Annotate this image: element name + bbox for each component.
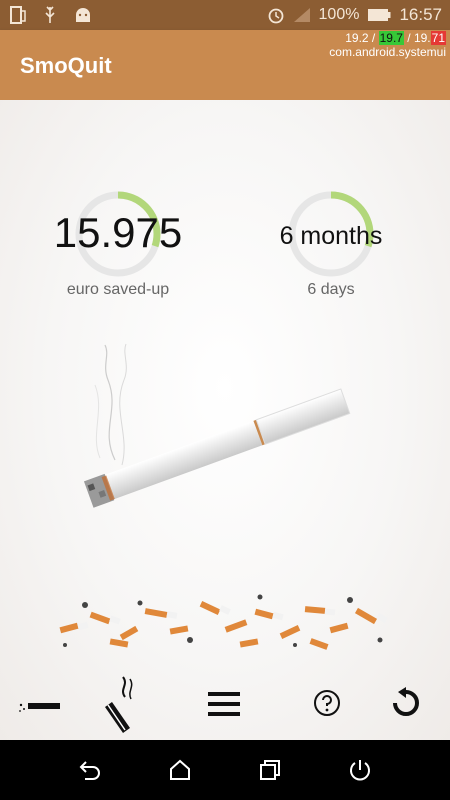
time-smoke-free-stat: 6 months 6 days (231, 185, 431, 305)
load-part-2: 19.7 (378, 31, 404, 45)
alarm-icon (268, 8, 283, 24)
main-content: 15.975 euro saved-up 6 months 6 days (0, 100, 450, 740)
cigarette-illustration (83, 343, 351, 508)
menu-icon[interactable] (208, 692, 240, 716)
bottom-action-bar (0, 670, 450, 740)
money-saved-stat: 15.975 euro saved-up (18, 185, 218, 305)
load-part-3: / 19. (403, 31, 431, 45)
help-icon[interactable] (313, 689, 341, 717)
navigation-bar (0, 740, 450, 800)
reset-icon[interactable] (390, 687, 422, 719)
back-icon[interactable] (78, 758, 102, 782)
recents-icon[interactable] (258, 758, 282, 782)
clock-time: 16:57 (399, 5, 442, 24)
status-bar: 100% 16:57 (0, 0, 450, 30)
screen-icon (10, 6, 26, 24)
android-icon (76, 8, 90, 22)
money-saved-value: 15.975 (53, 209, 183, 256)
signal-icon (293, 8, 310, 22)
load-part-4: 71 (430, 31, 446, 45)
debug-overlay: 19.2 / 19.7 / 19.71 com.android.systemui (329, 31, 446, 59)
time-smoke-free-value: 6 months (279, 222, 383, 250)
smoke-icon[interactable] (103, 675, 143, 737)
cigarette-butts-pile (59, 594, 388, 650)
load-average: 19.2 / 19.7 / 19.71 (329, 31, 446, 45)
battery-percent: 100% (318, 6, 360, 23)
time-smoke-free-label: 6 days (307, 281, 355, 298)
battery-icon (368, 9, 391, 21)
load-part-1: 19.2 / (345, 31, 379, 45)
cigarette-icon[interactable] (18, 696, 62, 716)
home-icon[interactable] (168, 758, 192, 782)
money-saved-label: euro saved-up (66, 281, 170, 298)
app-title: SmoQuit (20, 53, 112, 78)
power-icon[interactable] (348, 758, 372, 782)
process-name: com.android.systemui (329, 45, 446, 59)
usb-icon (45, 6, 55, 23)
